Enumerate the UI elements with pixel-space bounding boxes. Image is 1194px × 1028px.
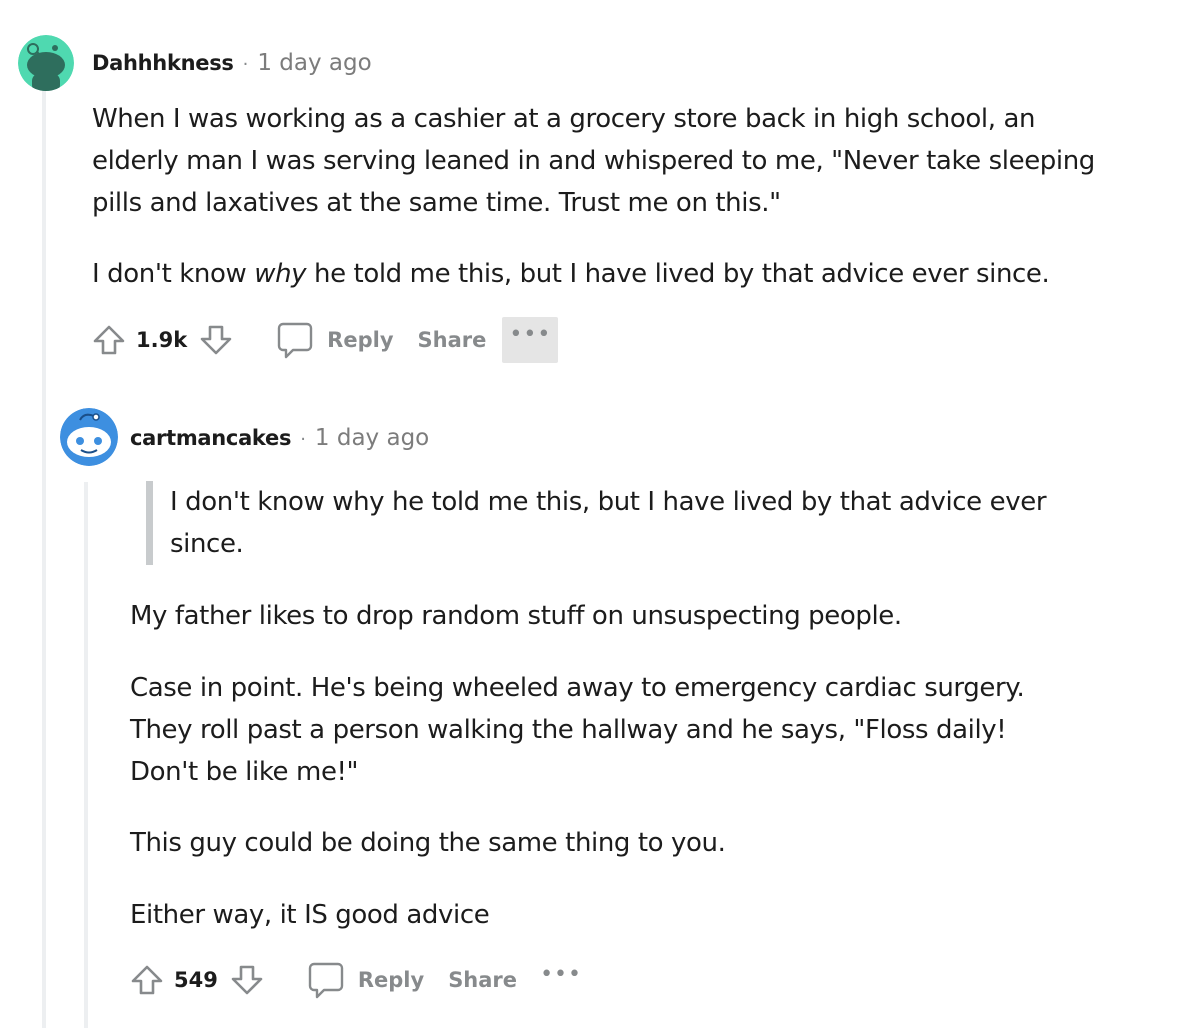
vote-score: 1.9k	[136, 328, 188, 352]
comment-paragraph: Case in point. He's being wheeled away t…	[130, 673, 1025, 787]
text-segment: I don't know	[92, 259, 255, 289]
more-dots-icon: •••	[540, 962, 583, 987]
thread-line-reply[interactable]	[84, 482, 88, 1028]
upvote-arrow-icon	[131, 965, 163, 995]
comment-meta: Dahhhkness · 1 day ago	[92, 50, 372, 76]
reply-button[interactable]: Reply	[306, 960, 424, 1000]
upvote-button[interactable]	[130, 963, 164, 997]
vote-score: 549	[174, 968, 218, 992]
timestamp[interactable]: 1 day ago	[257, 50, 371, 76]
username[interactable]: cartmancakes	[130, 426, 291, 450]
more-dots-icon: •••	[509, 322, 552, 347]
downvote-button[interactable]	[230, 963, 264, 997]
comment-meta: cartmancakes · 1 day ago	[130, 425, 429, 451]
reply-button[interactable]: Reply	[275, 320, 394, 360]
emphasis-text: why	[254, 259, 307, 289]
username[interactable]: Dahhhkness	[92, 51, 234, 75]
comment-paragraph: This guy could be doing the same thing t…	[130, 828, 726, 858]
more-options-button[interactable]: •••	[502, 317, 559, 363]
comment-action-bar: 1.9k Reply Share •••	[92, 317, 559, 363]
comment-action-bar: 549 Reply Share •••	[130, 957, 589, 1003]
thread-line-top-level[interactable]	[42, 86, 46, 1028]
comment-paragraph: When I was working as a cashier at a gro…	[92, 104, 1095, 218]
speech-bubble-icon	[308, 962, 344, 999]
comment-paragraph: Either way, it IS good advice	[130, 900, 490, 930]
share-button[interactable]: Share	[418, 328, 487, 352]
avatar[interactable]	[18, 35, 74, 91]
quote-text: I don't know why he told me this, but I …	[170, 487, 1047, 559]
avatar[interactable]	[60, 408, 118, 466]
more-options-button[interactable]: •••	[533, 957, 589, 1003]
text-segment: he told me this, but I have lived by tha…	[306, 259, 1050, 289]
upvote-arrow-icon	[93, 325, 125, 355]
snoo-avatar-icon	[60, 408, 118, 466]
comment-paragraph: I don't know why he told me this, but I …	[92, 253, 1132, 295]
share-button[interactable]: Share	[448, 968, 517, 992]
timestamp[interactable]: 1 day ago	[315, 425, 429, 451]
downvote-button[interactable]	[199, 323, 233, 357]
comment-paragraph: My father likes to drop random stuff on …	[130, 601, 902, 631]
separator-dot: ·	[300, 429, 306, 450]
downvote-arrow-icon	[231, 965, 263, 995]
separator-dot: ·	[242, 54, 249, 75]
upvote-button[interactable]	[92, 323, 126, 357]
reply-label: Reply	[327, 328, 394, 352]
blockquote: I don't know why he told me this, but I …	[146, 481, 1105, 565]
snoo-avatar-icon	[18, 35, 74, 91]
reply-label: Reply	[357, 968, 425, 992]
downvote-arrow-icon	[200, 325, 232, 355]
speech-bubble-icon	[277, 322, 313, 359]
